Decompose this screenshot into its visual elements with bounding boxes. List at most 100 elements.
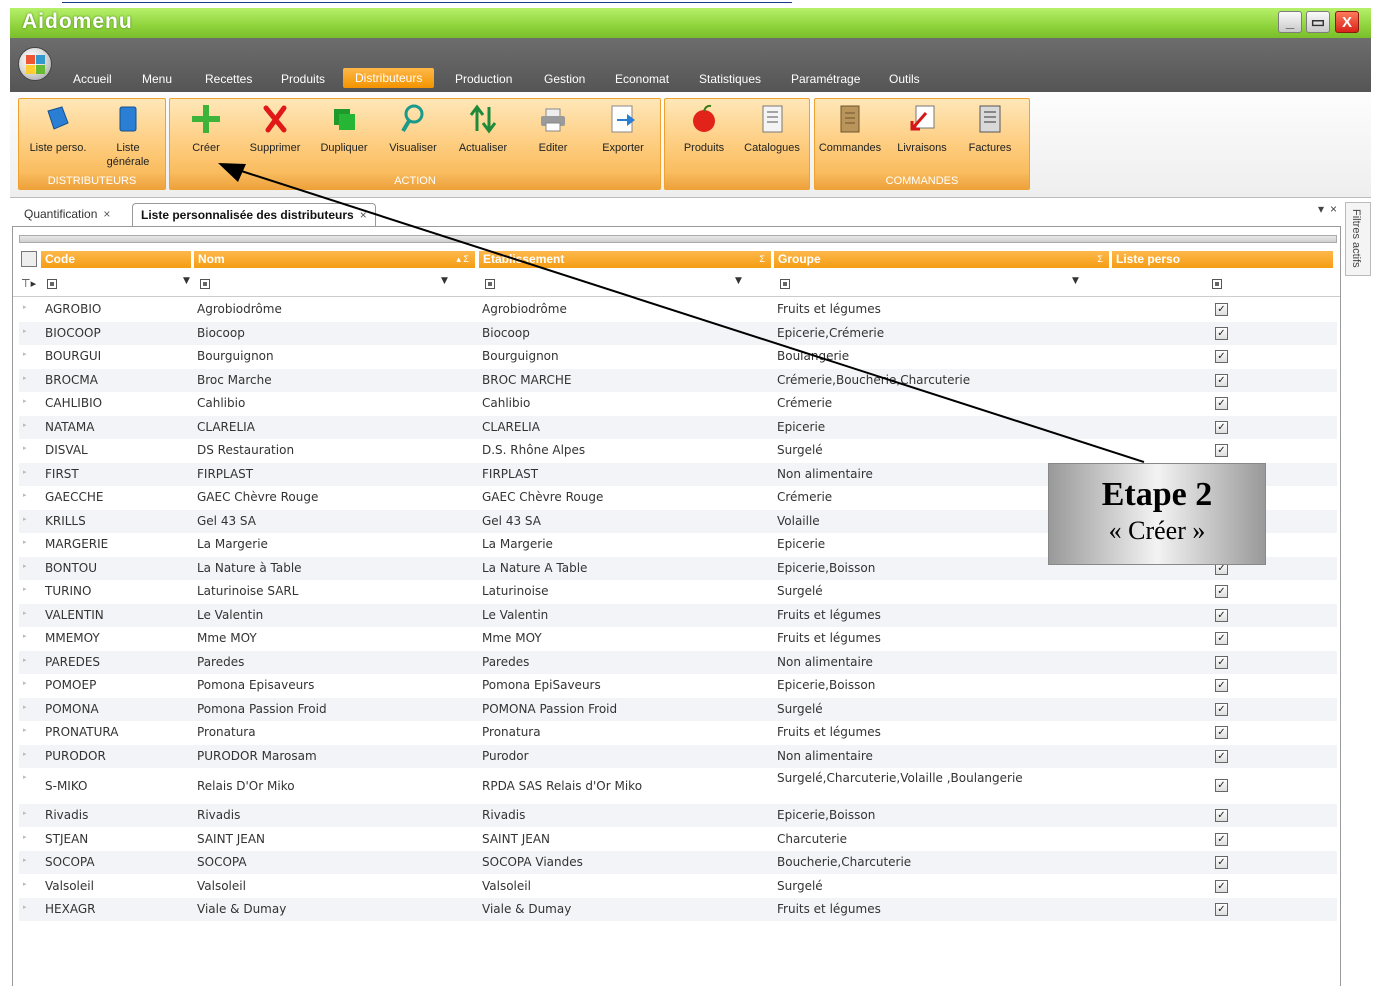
table-row[interactable]: ▸ BIOCOOP Biocoop Biocoop Epicerie,Crémerie ✓ <box>19 321 1337 345</box>
liste-perso-checkbox[interactable]: ✓ <box>1215 585 1228 598</box>
minimize-button[interactable]: _ <box>1278 11 1302 33</box>
dupliquer-button[interactable]: Dupliquer <box>311 103 377 173</box>
tab-liste-perso[interactable]: Liste personnalisée des distributeurs × <box>132 203 376 227</box>
liste-perso-checkbox[interactable]: ✓ <box>1215 749 1228 763</box>
chevron-down-icon[interactable]: ▼ <box>441 276 448 286</box>
liste-perso-button[interactable]: Liste perso. <box>25 103 91 173</box>
menu-gestion[interactable]: Gestion <box>544 72 585 86</box>
table-row[interactable]: ▸ Rivadis Rivadis Rivadis Epicerie,Boisson ✓ <box>19 804 1337 827</box>
cell-etablissement: D.S. Rhône Alpes <box>482 443 586 457</box>
liste-perso-checkbox[interactable]: ✓ <box>1215 373 1228 387</box>
liste-perso-checkbox[interactable]: ✓ <box>1215 350 1228 363</box>
table-row[interactable]: ▸ PAREDES Paredes Paredes Non alimentaire ✓ <box>19 650 1337 674</box>
menu-parametrage[interactable]: Paramétrage <box>791 72 860 86</box>
filter-code[interactable]: ▼ <box>41 275 191 293</box>
filter-nom[interactable]: ▼ <box>194 275 475 293</box>
pane-close-icon[interactable]: × <box>1330 202 1337 216</box>
visualiser-button[interactable]: Visualiser <box>380 103 446 173</box>
menu-production[interactable]: Production <box>455 72 512 86</box>
filtres-actifs-panel[interactable]: Filtres actifs <box>1345 202 1371 276</box>
exporter-button[interactable]: Exporter <box>590 103 656 173</box>
table-row[interactable]: ▸ SOCOPA SOCOPA SOCOPA Viandes Boucherie,Cha… <box>19 851 1337 874</box>
chevron-down-icon[interactable]: ▼ <box>1072 276 1079 286</box>
table-row[interactable]: ▸ AGROBIO Agrobiodrôme Agrobiodrôme Fruits e… <box>19 298 1337 321</box>
table-row[interactable]: ▸ VALENTIN Le Valentin Le Valentin Fruits et… <box>19 603 1337 627</box>
editer-button[interactable]: Editer <box>520 103 586 173</box>
table-row[interactable]: ▸ MMEMOY Mme MOY Mme MOY Fruits et légumes ✓ <box>19 627 1337 650</box>
table-row[interactable]: ▸ BOURGUI Bourguignon Bourguignon Boulangeri… <box>19 345 1337 368</box>
table-row[interactable]: ▸ S-MIKO Relais D'Or Miko RPDA SAS Relais d… <box>19 768 1337 804</box>
liste-perso-checkbox[interactable]: ✓ <box>1215 632 1228 645</box>
filter-operator-icon[interactable] <box>780 279 790 289</box>
table-row[interactable]: ▸ DISVAL DS Restauration D.S. Rhône Alpes Su… <box>19 439 1337 462</box>
close-button[interactable]: X <box>1335 11 1359 33</box>
table-row[interactable]: ▸ STJEAN SAINT JEAN SAINT JEAN Charcuterie ✓ <box>19 828 1337 851</box>
catalogues-button[interactable]: Catalogues <box>739 103 805 173</box>
table-row[interactable]: ▸ PRONATURA Pronatura Pronatura Fruits et lé… <box>19 721 1337 744</box>
menu-accueil[interactable]: Accueil <box>73 72 112 86</box>
cell-nom: CLARELIA <box>197 419 255 434</box>
liste-perso-checkbox[interactable]: ✓ <box>1215 879 1228 893</box>
liste-perso-checkbox[interactable]: ✓ <box>1215 303 1228 316</box>
liste-generale-button[interactable]: Liste générale <box>95 103 161 173</box>
actualiser-button[interactable]: Actualiser <box>450 103 516 173</box>
liste-perso-checkbox[interactable]: ✓ <box>1215 726 1228 739</box>
liste-perso-checkbox[interactable]: ✓ <box>1215 397 1228 410</box>
column-header-liste-perso[interactable]: Liste perso <box>1112 251 1333 268</box>
menu-economat[interactable]: Economat <box>615 72 669 86</box>
menu-menu[interactable]: Menu <box>142 72 172 86</box>
commandes-button[interactable]: Commandes <box>817 103 883 173</box>
liste-perso-checkbox[interactable]: ✓ <box>1215 856 1228 869</box>
close-icon[interactable]: × <box>103 207 110 221</box>
tab-quantification[interactable]: Quantification × <box>16 203 118 227</box>
liste-perso-checkbox[interactable]: ✓ <box>1215 655 1228 669</box>
menu-statistiques[interactable]: Statistiques <box>699 72 761 86</box>
filter-operator-icon[interactable] <box>200 279 210 289</box>
liste-perso-checkbox[interactable]: ✓ <box>1215 903 1228 916</box>
chevron-down-icon[interactable]: ▼ <box>183 276 190 286</box>
app-logo-icon[interactable] <box>18 47 52 81</box>
liste-perso-checkbox[interactable]: ✓ <box>1215 444 1228 457</box>
chevron-down-icon[interactable]: ▼ <box>735 276 742 286</box>
pane-dropdown-icon[interactable]: ▾ <box>1318 202 1324 216</box>
factures-button[interactable]: Factures <box>957 103 1023 173</box>
filter-groupe[interactable]: ▼ <box>774 275 1109 293</box>
column-chooser-icon[interactable] <box>21 251 37 267</box>
table-row[interactable]: ▸ Valsoleil Valsoleil Valsoleil Surgelé ✓ <box>19 875 1337 898</box>
liste-perso-checkbox[interactable]: ✓ <box>1215 608 1228 622</box>
liste-perso-checkbox[interactable]: ✓ <box>1215 702 1228 716</box>
liste-perso-checkbox[interactable]: ✓ <box>1215 326 1228 340</box>
liste-perso-checkbox[interactable]: ✓ <box>1215 420 1228 434</box>
table-row[interactable]: ▸ HEXAGR Viale & Dumay Viale & Dumay Fruits … <box>19 898 1337 921</box>
filter-etablissement[interactable]: ▼ <box>479 275 771 293</box>
filter-checkbox-icon[interactable] <box>1212 279 1222 289</box>
creer-button[interactable]: Créer <box>173 103 239 173</box>
column-header-nom[interactable]: Nom ▴ Σ <box>194 251 475 268</box>
produits-button[interactable]: Produits <box>671 103 737 173</box>
menu-recettes[interactable]: Recettes <box>205 72 252 86</box>
livraisons-button[interactable]: Livraisons <box>889 103 955 173</box>
table-row[interactable]: ▸ CAHLIBIO Cahlibio Cahlibio Crémerie ✓ <box>19 392 1337 415</box>
supprimer-button[interactable]: Supprimer <box>242 103 308 173</box>
table-row[interactable]: ▸ POMOEP Pomona Episaveurs Pomona EpiSaveur… <box>19 674 1337 697</box>
close-icon[interactable]: × <box>360 208 367 222</box>
maximize-button[interactable]: ▭ <box>1306 11 1330 33</box>
table-row[interactable]: ▸ POMONA Pomona Passion Froid POMONA Passio… <box>19 697 1337 721</box>
filter-operator-icon[interactable] <box>47 279 57 289</box>
column-header-code[interactable]: Code <box>41 251 191 268</box>
filter-operator-icon[interactable] <box>485 279 495 289</box>
menu-distributeurs[interactable]: Distributeurs <box>343 68 435 88</box>
table-row[interactable]: ▸ PURODOR PURODOR Marosam Purodor Non alimen… <box>19 744 1337 768</box>
table-row[interactable]: ▸ NATAMA CLARELIA CLARELIA Epicerie ✓ <box>19 415 1337 439</box>
column-header-groupe[interactable]: Groupe Σ <box>774 251 1109 268</box>
liste-perso-checkbox[interactable]: ✓ <box>1215 832 1228 846</box>
menu-produits[interactable]: Produits <box>281 72 325 86</box>
table-row[interactable]: ▸ TURINO Laturinoise SARL Laturinoise Surgel… <box>19 580 1337 603</box>
column-header-etablissement[interactable]: Etablissement Σ <box>479 251 771 268</box>
menu-outils[interactable]: Outils <box>889 72 920 86</box>
table-row[interactable]: ▸ BROCMA Broc Marche BROC MARCHE Crémerie,Bo… <box>19 368 1337 392</box>
liste-perso-checkbox[interactable]: ✓ <box>1215 809 1228 822</box>
liste-perso-checkbox[interactable]: ✓ <box>1215 779 1228 792</box>
filter-liste-perso[interactable] <box>1206 275 1236 293</box>
liste-perso-checkbox[interactable]: ✓ <box>1215 679 1228 692</box>
